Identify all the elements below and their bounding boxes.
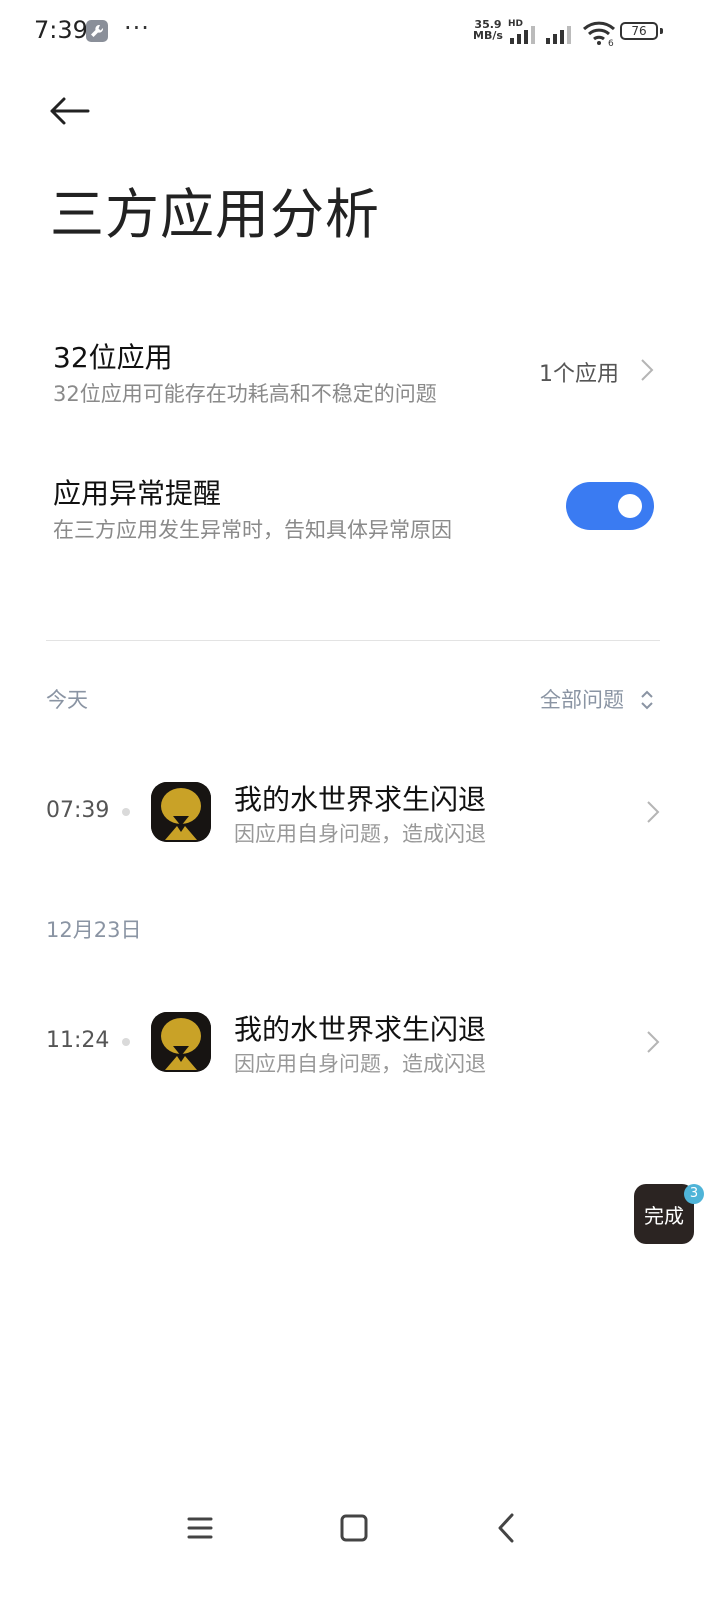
page-title: 三方应用分析 [50,183,380,246]
bit32-title: 32位应用 [53,341,173,374]
bit32-value: 1个应用 [539,362,619,387]
signal-2-icon [546,26,571,44]
divider [46,640,660,641]
section-date-dec23: 12月23日 [46,918,142,942]
alert-row: 应用异常提醒 在三方应用发生异常时，告知具体异常原因 [46,464,546,554]
back-button[interactable] [46,92,96,132]
more-dots-icon: ··· [124,14,150,42]
crash-time: 07:39 [46,798,110,823]
battery-level: 76 [620,22,658,40]
app-icon [151,1012,211,1072]
crash-title: 我的水世界求生闪退 [234,1013,487,1046]
sort-updown-icon [640,690,653,710]
wifi-icon: 6 [582,21,616,46]
arrow-left-icon [50,97,90,125]
menu-icon[interactable] [186,1514,214,1542]
home-icon[interactable] [340,1514,368,1542]
status-time: 7:39 [34,16,88,44]
signal-1-icon [510,26,535,44]
alert-toggle[interactable] [566,482,654,530]
net-speed: 35.9 MB/s [470,19,506,41]
back-icon[interactable] [494,1512,518,1544]
bit32-subtitle: 32位应用可能存在功耗高和不稳定的问题 [53,382,437,406]
crash-subtitle: 因应用自身问题，造成闪退 [234,1052,486,1076]
filter-label: 全部问题 [540,688,624,712]
crash-time: 11:24 [46,1028,110,1053]
section-date-today: 今天 [46,688,88,712]
crash-item-1[interactable]: 07:39 我的水世界求生闪退 因应用自身问题，造成闪退 [40,770,670,854]
bit32-row[interactable]: 32位应用 32位应用可能存在功耗高和不稳定的问题 1个应用 [46,328,666,418]
toggle-knob [618,494,642,518]
alert-subtitle: 在三方应用发生异常时，告知具体异常原因 [53,518,452,542]
alert-title: 应用异常提醒 [53,477,222,510]
filter-dropdown[interactable]: 全部问题 [540,684,655,714]
crash-item-2[interactable]: 11:24 我的水世界求生闪退 因应用自身问题，造成闪退 [40,1000,670,1084]
floating-done-label: 完成 [644,1204,684,1228]
chevron-right-icon [641,359,654,381]
chevron-right-icon [647,1031,660,1053]
app-icon [151,782,211,842]
floating-badge: 3 [684,1184,704,1204]
wrench-icon [86,20,108,42]
crash-subtitle: 因应用自身问题，造成闪退 [234,822,486,846]
wifi-number: 6 [608,39,614,46]
net-speed-unit: MB/s [473,29,503,42]
timeline-dot [122,808,130,816]
timeline-dot [122,1038,130,1046]
battery-tip [660,28,663,34]
crash-title: 我的水世界求生闪退 [234,783,487,816]
chevron-right-icon [647,801,660,823]
